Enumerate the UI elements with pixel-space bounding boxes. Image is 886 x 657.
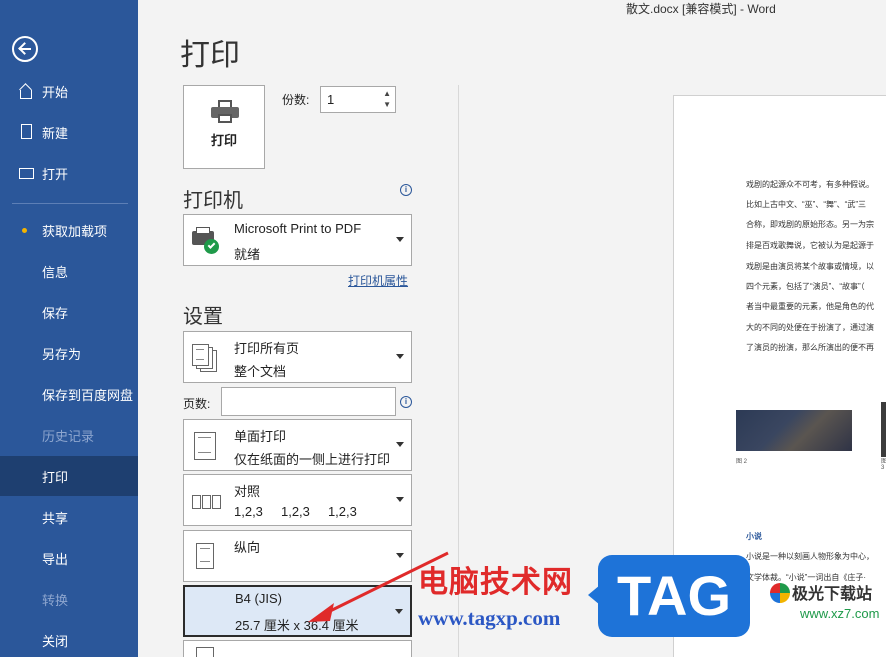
print-range-dropdown[interactable]: 打印所有页 整个文档 bbox=[183, 331, 412, 383]
preview-image bbox=[881, 402, 886, 457]
preview-caption: 图 2 bbox=[736, 459, 748, 465]
window-title: 散文.docx [兼容模式] - Word bbox=[626, 2, 776, 16]
preview-text-line: 合称，即戏剧的原始形态。另一为宗 bbox=[746, 220, 874, 229]
preview-text-line: 戏剧的起源众不可考，有多种假说。 bbox=[746, 180, 874, 189]
home-icon bbox=[18, 83, 40, 99]
open-folder-icon bbox=[18, 165, 40, 181]
site-logo-icon bbox=[770, 583, 790, 603]
copies-label: 份数: bbox=[282, 93, 310, 107]
collation-dropdown[interactable]: 对照 1,2,3 1,2,3 1,2,3 bbox=[183, 474, 412, 526]
spin-down-icon[interactable]: ▼ bbox=[383, 100, 391, 109]
settings-section-title: 设置 bbox=[183, 304, 223, 328]
watermark-text: 电脑技术网 bbox=[418, 565, 573, 600]
word-backstage-print: { "window": { "title": "散文.docx [兼容模式] -… bbox=[0, 0, 886, 657]
collated-icon bbox=[192, 487, 221, 515]
pages-label: 页数: bbox=[183, 397, 211, 411]
print-button-label: 打印 bbox=[210, 133, 237, 148]
spin-up-icon[interactable]: ▲ bbox=[383, 89, 391, 98]
printer-name: Microsoft Print to PDF bbox=[234, 221, 362, 236]
preview-text-line: 了演员的扮演，那么所演出的便不再 bbox=[746, 343, 874, 352]
new-document-icon bbox=[18, 124, 40, 140]
nav-convert: 转换 bbox=[42, 592, 69, 608]
collation-title: 对照 bbox=[234, 484, 261, 499]
pages-input[interactable] bbox=[221, 387, 396, 416]
watermark-tag-logo: TAG bbox=[588, 555, 750, 637]
margins-dropdown[interactable] bbox=[183, 640, 412, 657]
preview-text-line: 戏剧是由演员将某个故事或情境，以 bbox=[746, 262, 874, 271]
copies-value: 1 bbox=[327, 92, 335, 107]
margins-icon bbox=[192, 647, 220, 657]
print-range-desc: 整个文档 bbox=[234, 364, 287, 379]
printer-icon bbox=[211, 100, 239, 123]
collation-desc: 1,2,3 1,2,3 1,2,3 bbox=[234, 504, 357, 519]
page-title: 打印 bbox=[180, 38, 240, 73]
copies-stepper[interactable]: 1 ▲ ▼ bbox=[320, 86, 396, 113]
sidebar-divider bbox=[12, 203, 128, 204]
print-button[interactable]: 打印 bbox=[183, 85, 265, 169]
printer-status: 就绪 bbox=[234, 247, 261, 262]
preview-text-line: 排是百戏歌舞说，它被认为是起源于 bbox=[746, 241, 874, 250]
nav-export[interactable]: 导出 bbox=[0, 538, 138, 578]
nav-share[interactable]: 共享 bbox=[0, 497, 138, 537]
print-range-title: 打印所有页 bbox=[234, 341, 300, 356]
preview-text-line: 者当中最重要的元素，他是角色的代 bbox=[746, 302, 874, 311]
portrait-icon bbox=[192, 543, 220, 571]
paper-size-title: B4 (JIS) bbox=[235, 591, 282, 606]
printer-ready-icon bbox=[192, 227, 220, 255]
single-sided-icon bbox=[192, 432, 220, 460]
sides-dropdown[interactable]: 单面打印 仅在纸面的一侧上进行打印 bbox=[183, 419, 412, 471]
watermark-url: www.tagxp.com bbox=[418, 606, 561, 630]
chevron-down-icon bbox=[396, 442, 404, 447]
nav-open[interactable]: 打开 bbox=[0, 153, 138, 193]
watermark-site: 极光下载站 www.xz7.com bbox=[770, 580, 886, 630]
nav-close[interactable]: 关闭 bbox=[0, 620, 138, 657]
printer-dropdown[interactable]: Microsoft Print to PDF 就绪 bbox=[183, 214, 412, 266]
chevron-down-icon bbox=[396, 354, 404, 359]
pages-stack-icon bbox=[192, 344, 220, 372]
sides-title: 单面打印 bbox=[234, 429, 287, 444]
info-icon[interactable]: i bbox=[400, 184, 412, 196]
preview-image bbox=[736, 410, 852, 451]
preview-heading: 小说 bbox=[746, 532, 762, 541]
nav-get-addins[interactable]: 获取加载项 bbox=[0, 210, 138, 250]
preview-text-line: 比如上古中文、“巫”、“舞”、“武”三 bbox=[746, 200, 866, 209]
preview-text-line: 四个元素，包括了“演员”、“故事”（ bbox=[746, 282, 865, 291]
printer-properties-link[interactable]: 打印机属性 bbox=[348, 272, 408, 289]
nav-new[interactable]: 新建 bbox=[0, 112, 138, 152]
info-icon[interactable]: i bbox=[400, 396, 412, 408]
orientation-title: 纵向 bbox=[234, 540, 261, 555]
nav-print[interactable]: 打印 bbox=[0, 456, 138, 496]
nav-save-to-baidu[interactable]: 保存到百度网盘 bbox=[0, 374, 138, 414]
back-arrow-icon[interactable] bbox=[12, 36, 38, 62]
sides-desc: 仅在纸面的一侧上进行打印 bbox=[234, 452, 391, 467]
nav-info[interactable]: 信息 bbox=[0, 251, 138, 291]
nav-home[interactable]: 开始 bbox=[0, 71, 138, 111]
nav-save[interactable]: 保存 bbox=[0, 292, 138, 332]
preview-caption: 图 3 bbox=[881, 459, 886, 471]
preview-text-line: 大的不同的处便在于扮演了，通过演 bbox=[746, 323, 874, 332]
chevron-down-icon bbox=[396, 497, 404, 502]
watermark-site-name: 极光下载站 bbox=[792, 586, 873, 603]
nav-save-as[interactable]: 另存为 bbox=[0, 333, 138, 373]
preview-text-line: 小说是一种以刻画人物形象为中心， bbox=[746, 552, 874, 561]
printer-section-title: 打印机 bbox=[183, 188, 243, 212]
nav-history: 历史记录 bbox=[42, 428, 95, 444]
chevron-down-icon bbox=[396, 237, 404, 242]
backstage-sidebar: 开始 新建 打开 获取加载项 信息 保存 另存为 保存到百度网盘 历史记录 打印… bbox=[0, 0, 138, 657]
watermark-site-url: www.xz7.com bbox=[800, 606, 880, 621]
